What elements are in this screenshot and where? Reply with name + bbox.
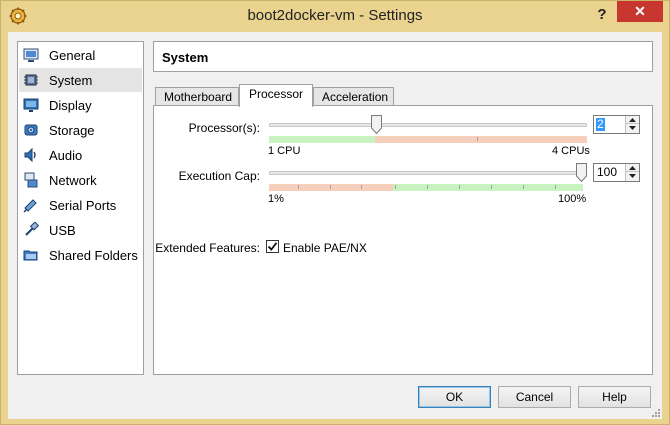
help-button[interactable]: Help: [578, 386, 651, 408]
sidebar-item-label: Audio: [49, 147, 83, 163]
processors-max-label: 4 CPUs: [552, 145, 590, 157]
cap-tick: [395, 185, 397, 189]
execution-cap-value[interactable]: 100: [596, 166, 618, 179]
dialog-body: General System Display Storage Audio Net…: [8, 32, 662, 419]
speaker-icon: [23, 147, 39, 163]
usb-icon: [23, 222, 39, 238]
cap-tick: [491, 185, 493, 189]
execution-cap-label: Execution Cap:: [178, 169, 260, 183]
monitor-icon: [23, 47, 39, 63]
processors-increment-button[interactable]: [626, 116, 639, 124]
checkmark-icon: [267, 242, 278, 251]
chevron-up-icon: [629, 165, 636, 170]
sidebar-item-label: Storage: [49, 122, 95, 138]
sidebar-item-system[interactable]: System: [19, 68, 142, 92]
sidebar-item-storage[interactable]: Storage: [19, 118, 142, 142]
cap-tick: [330, 185, 331, 189]
display-icon: [23, 97, 39, 113]
processors-spinbox[interactable]: 2: [593, 115, 640, 134]
processors-warning-range: [374, 136, 587, 143]
sidebar-item-usb[interactable]: USB: [19, 218, 142, 242]
execution-cap-spinbox[interactable]: 100: [593, 163, 640, 182]
cap-tick: [523, 185, 525, 189]
sidebar-item-label: System: [49, 72, 93, 88]
execution-cap-spin-buttons: [625, 164, 639, 181]
sidebar-item-shared-folders[interactable]: Shared Folders: [19, 243, 142, 267]
processor-tab-page: Processor(s): 1 CPU 4 CPUs 2 Execution C…: [153, 105, 653, 375]
execution-cap-warning-range: [269, 184, 394, 191]
chip-icon: [23, 72, 39, 88]
sidebar-item-serial-ports[interactable]: Serial Ports: [19, 193, 142, 217]
sidebar-item-label: Display: [49, 97, 92, 113]
sidebar-item-display[interactable]: Display: [19, 93, 142, 117]
cap-tick: [298, 185, 299, 189]
chevron-up-icon: [629, 117, 636, 122]
settings-category-list[interactable]: General System Display Storage Audio Net…: [17, 41, 144, 375]
cap-tick: [427, 185, 429, 189]
processors-min-label: 1 CPU: [268, 145, 301, 157]
execution-cap-slider-track[interactable]: [269, 171, 587, 175]
sidebar-item-general[interactable]: General: [19, 43, 142, 67]
processors-tick: [476, 137, 478, 141]
folder-icon: [23, 247, 39, 263]
tab-motherboard[interactable]: Motherboard: [155, 87, 239, 107]
sidebar-item-network[interactable]: Network: [19, 168, 142, 192]
sidebar-item-label: Network: [49, 172, 97, 188]
execution-cap-min-label: 1%: [268, 193, 284, 205]
processors-slider-track[interactable]: [269, 123, 587, 127]
resize-grip-icon[interactable]: [650, 407, 660, 417]
ok-button[interactable]: OK: [418, 386, 491, 408]
serial-port-icon: [23, 197, 39, 213]
tab-processor[interactable]: Processor: [239, 84, 313, 107]
extended-features-label: Extended Features:: [155, 241, 260, 255]
processors-recommended-range: [269, 136, 375, 143]
sidebar-item-label: Serial Ports: [49, 197, 117, 213]
execution-cap-max-label: 100%: [558, 193, 587, 205]
close-window-button[interactable]: ✕: [617, 1, 663, 22]
title-bar[interactable]: boot2docker-vm - Settings ? ✕: [1, 1, 669, 32]
chevron-down-icon: [629, 126, 636, 130]
processors-label: Processor(s):: [188, 121, 260, 135]
sidebar-item-label: USB: [49, 222, 76, 238]
execution-cap-recommended-range: [393, 184, 583, 191]
processors-decrement-button[interactable]: [626, 124, 639, 132]
page-title: System: [162, 50, 209, 65]
processors-spin-buttons: [625, 116, 639, 133]
network-icon: [23, 172, 39, 188]
chevron-down-icon: [629, 174, 636, 178]
enable-pae-nx-label[interactable]: Enable PAE/NX: [283, 241, 367, 255]
tab-acceleration[interactable]: Acceleration: [313, 87, 394, 107]
help-question-button[interactable]: ?: [591, 4, 613, 26]
cap-tick: [555, 185, 557, 189]
settings-window: boot2docker-vm - Settings ? ✕ General Sy…: [0, 0, 670, 425]
execution-cap-slider-thumb[interactable]: [576, 163, 587, 182]
disk-icon: [23, 122, 39, 138]
cancel-button[interactable]: Cancel: [498, 386, 571, 408]
processors-value[interactable]: 2: [596, 118, 605, 131]
processors-slider-thumb[interactable]: [371, 115, 383, 134]
execution-cap-increment-button[interactable]: [626, 164, 639, 172]
enable-pae-nx-checkbox[interactable]: [266, 240, 279, 253]
page-header: System: [153, 41, 653, 72]
sidebar-item-label: General: [49, 47, 96, 63]
sidebar-item-label: Shared Folders: [49, 247, 138, 263]
execution-cap-decrement-button[interactable]: [626, 172, 639, 180]
cap-tick: [361, 185, 362, 189]
window-title: boot2docker-vm - Settings: [247, 7, 423, 24]
cap-tick: [459, 185, 461, 189]
sidebar-item-audio[interactable]: Audio: [19, 143, 142, 167]
